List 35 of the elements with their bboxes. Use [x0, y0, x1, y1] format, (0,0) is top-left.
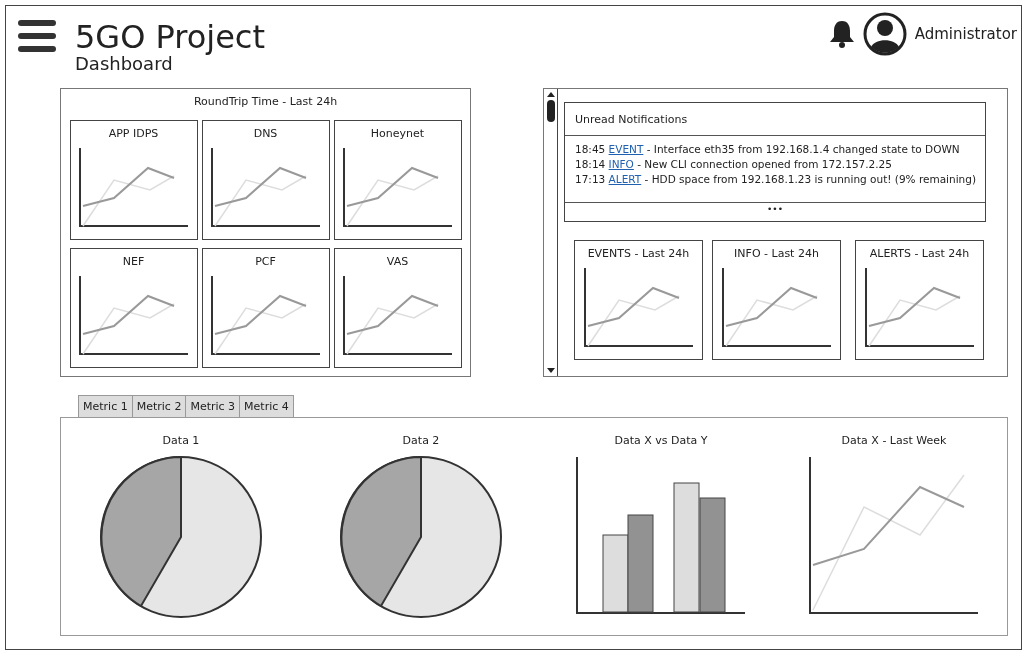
- metric-tab[interactable]: Metric 3: [185, 395, 241, 417]
- scroll-thumb[interactable]: [546, 100, 555, 122]
- chart-title: EVENTS - Last 24h: [587, 247, 690, 260]
- page-subtitle: Dashboard: [75, 54, 173, 74]
- metric-tab[interactable]: Metric 2: [131, 395, 187, 417]
- menu-icon[interactable]: [18, 20, 56, 52]
- notification-type-link[interactable]: ALERT: [608, 173, 642, 185]
- scrollbar[interactable]: [544, 89, 558, 376]
- chart-title: VAS: [386, 255, 409, 268]
- bell-icon[interactable]: [828, 20, 855, 48]
- metric-tab[interactable]: Metric 1: [78, 395, 133, 417]
- chart-title: ALERTS - Last 24h: [869, 247, 970, 260]
- chart-title: NEF: [122, 255, 145, 268]
- chart-title: DNS: [253, 127, 278, 140]
- chart-title: Data 2: [402, 434, 440, 447]
- chart-title: Data X vs Data Y: [614, 434, 708, 447]
- notifications-title: Unread Notifications: [565, 103, 985, 136]
- user-name[interactable]: Administrator: [914, 25, 1017, 43]
- metric-tab[interactable]: Metric 4: [239, 395, 294, 417]
- chart-title: APP IDPS: [108, 127, 159, 140]
- chart-title: INFO - Last 24h: [734, 247, 819, 260]
- notification-line: 18:45 EVENT - Interface eth35 from 192.168.1.4 changed state to DOWN: [575, 142, 961, 157]
- chart-title: Data X - Last Week: [841, 434, 947, 447]
- chart-title: PCF: [255, 255, 276, 268]
- user-avatar-icon[interactable]: [862, 12, 907, 56]
- notification-line: 18:14 INFO - New CLI connection opened from 172.157.2.25: [575, 157, 893, 172]
- notification-type-link[interactable]: INFO: [608, 158, 634, 170]
- scroll-down-icon[interactable]: [546, 368, 555, 373]
- panel-title: RoundTrip Time - Last 24h: [193, 95, 338, 108]
- scroll-up-icon[interactable]: [546, 92, 555, 97]
- chart-title: Honeynet: [370, 127, 425, 140]
- notification-line: 17:13 ALERT - HDD space from 192.168.1.23 is running out! (9% remaining): [575, 172, 975, 187]
- notification-type-link[interactable]: EVENT: [608, 143, 644, 155]
- chart-title: Data 1: [162, 434, 200, 447]
- more-indicator[interactable]: •••: [565, 202, 985, 216]
